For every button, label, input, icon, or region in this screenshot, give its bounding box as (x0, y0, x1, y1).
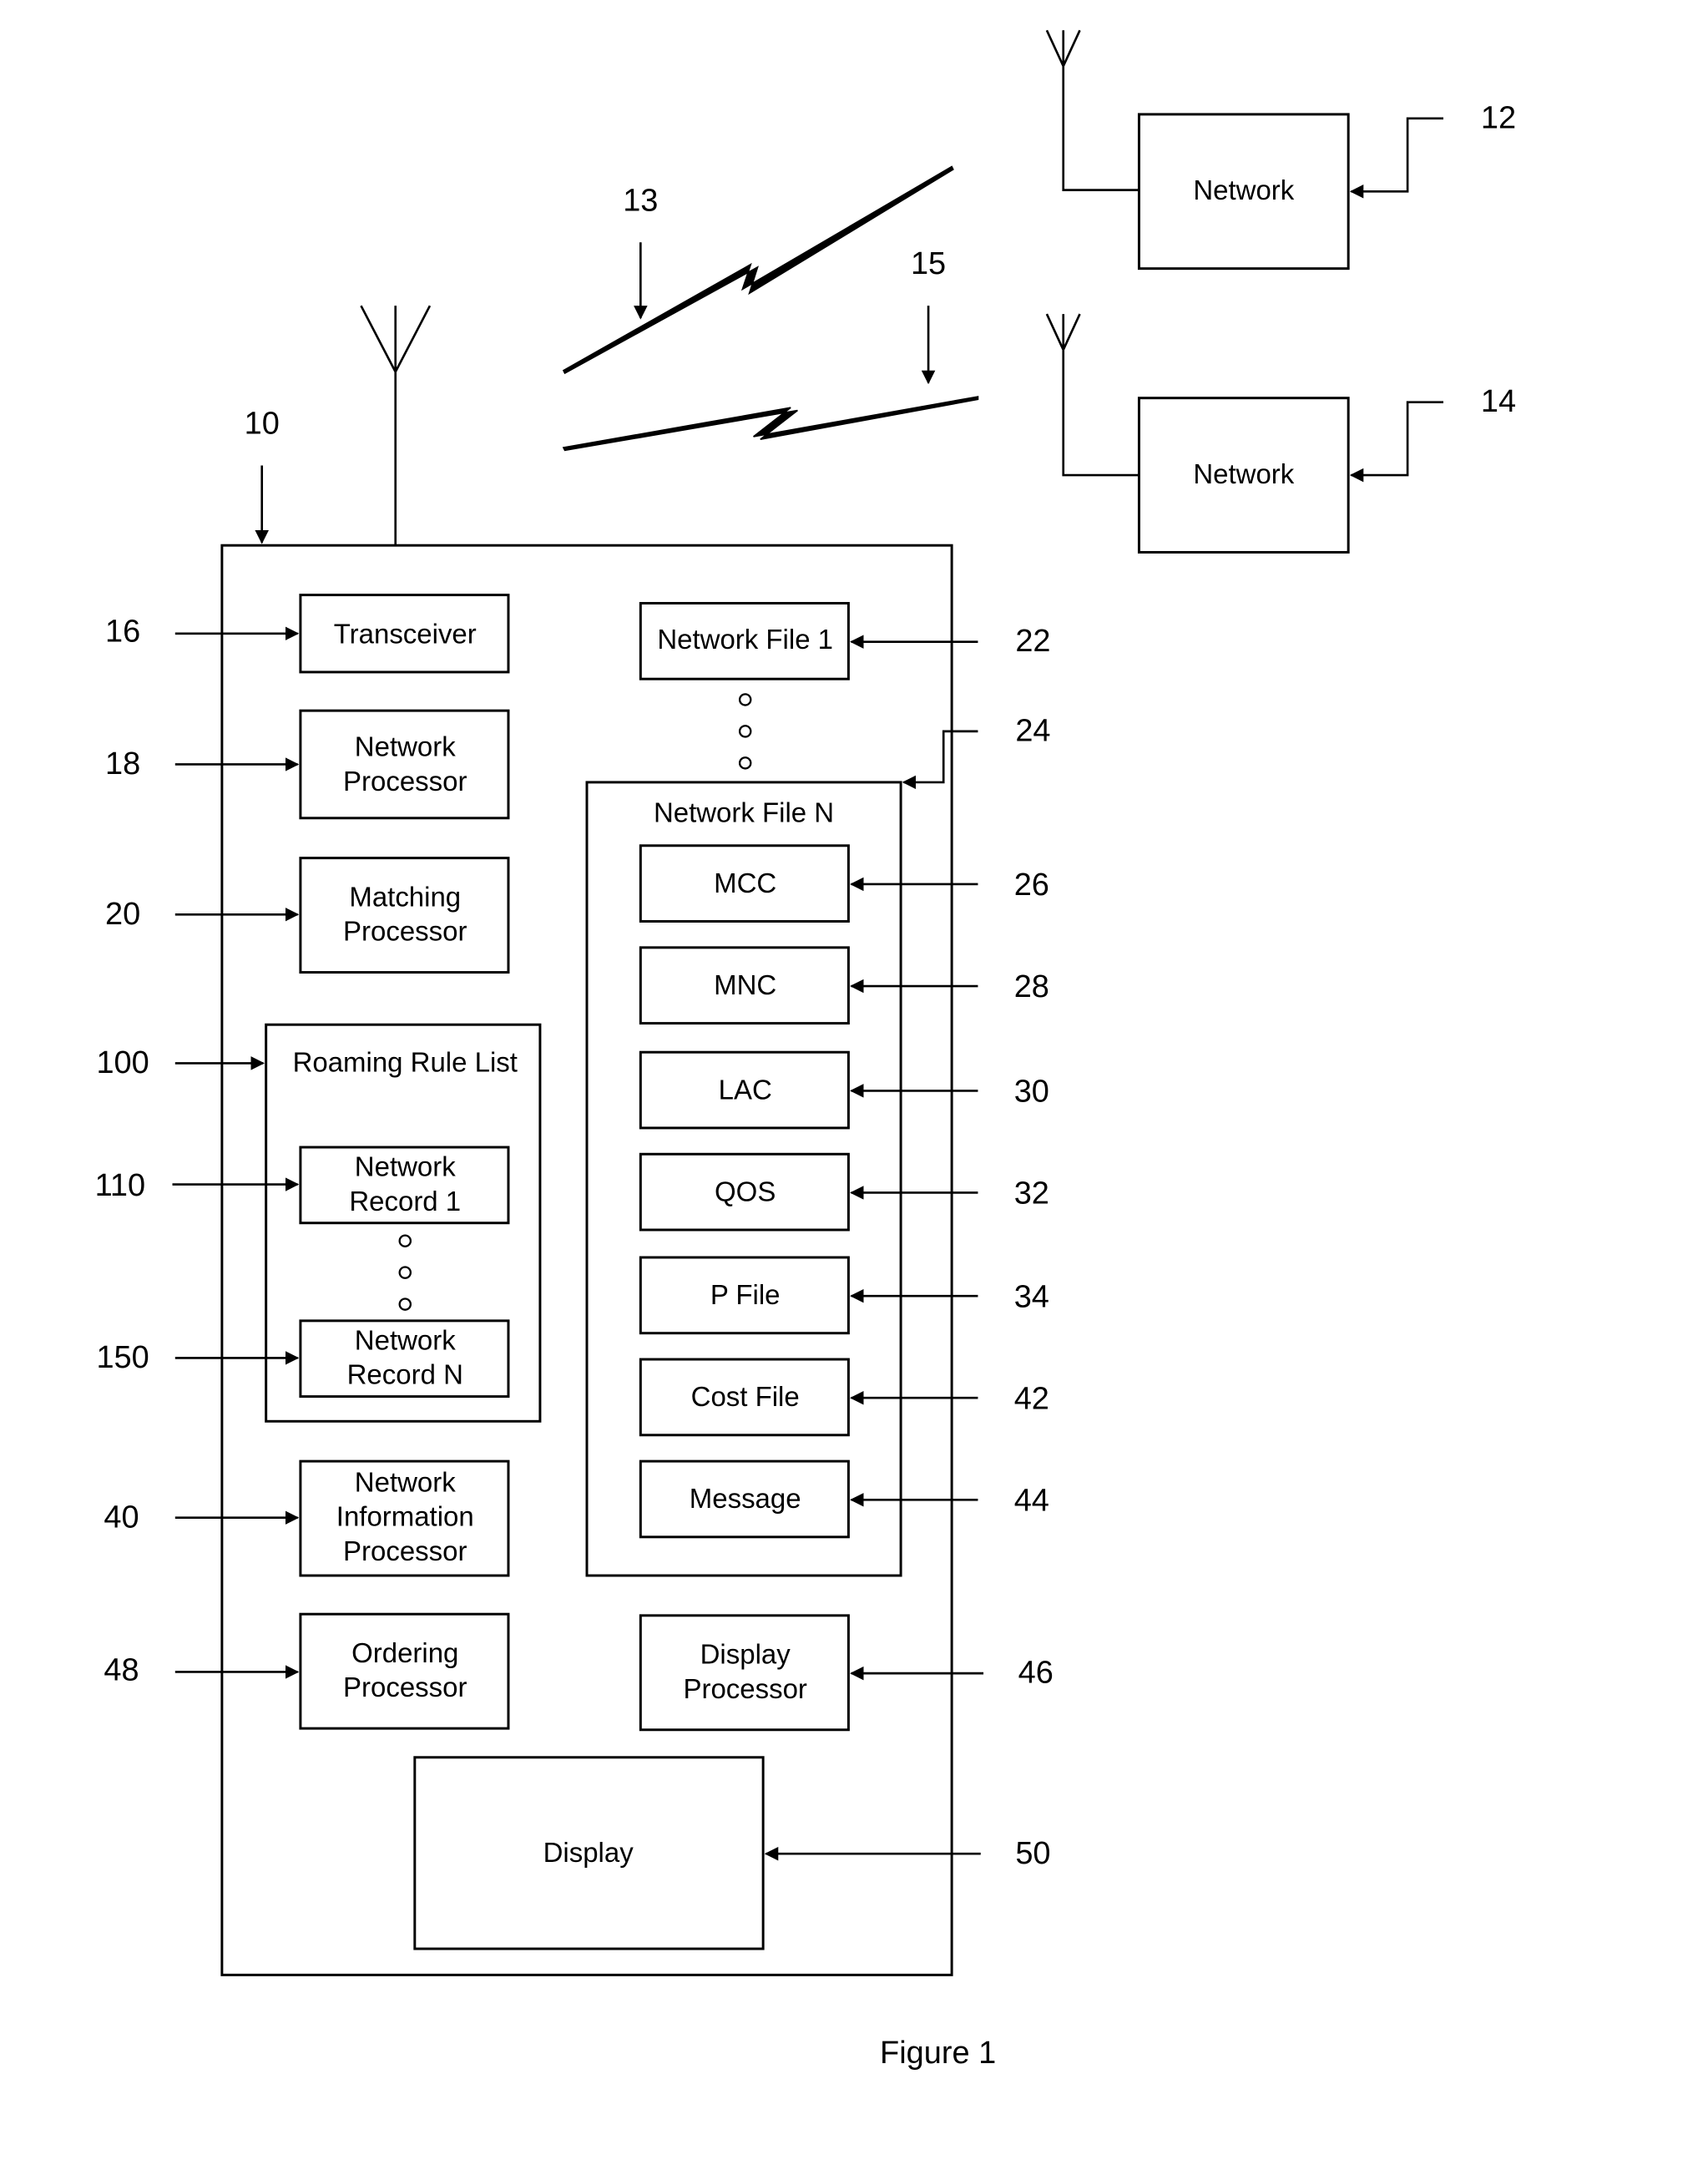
matching-processor-block: Matching Processor 20 (105, 857, 510, 974)
ref-leader-12 (1349, 117, 1443, 199)
transceiver-block: Transceiver 16 (105, 594, 510, 674)
ref-leader-14 (1349, 401, 1443, 483)
ref-number-15: 15 (911, 246, 946, 281)
block-label-line-1: Network (355, 731, 456, 762)
ref-number-10: 10 (245, 407, 280, 442)
antenna-icon (1045, 29, 1140, 191)
ref-number-100: 100 (96, 1045, 149, 1080)
display-block: Display 50 (413, 1756, 1051, 1950)
ref-number-34: 34 (1014, 1279, 1049, 1314)
network-file-1-label: Network File 1 (657, 624, 833, 655)
block-label-line-2: Processor (343, 766, 467, 797)
ref-number-16: 16 (105, 615, 140, 650)
figure-caption: Figure 1 (880, 2036, 996, 2071)
ref-number-26: 26 (1014, 868, 1049, 903)
ellipsis-dot (398, 1266, 412, 1279)
ref-number-50: 50 (1015, 1836, 1050, 1871)
ref-number-30: 30 (1014, 1075, 1049, 1110)
network-file-n-title: Network File N (654, 797, 834, 828)
ellipsis-dot (398, 1297, 412, 1311)
ref-number-40: 40 (104, 1500, 139, 1535)
ref-number-28: 28 (1014, 969, 1049, 1004)
block-label: Transceiver (334, 618, 477, 649)
network-label: Network (1193, 175, 1294, 205)
antenna-icon (1045, 313, 1140, 477)
mobile-device-10: 10 Transceiver 16 Network Processor 18 M… (95, 305, 1054, 1976)
field-cost-file: Cost File 42 (639, 1358, 1049, 1437)
ref-number-44: 44 (1014, 1483, 1049, 1518)
network-processor-block: Network Processor 18 (105, 709, 510, 820)
field-mcc: MCC 26 (639, 844, 1049, 923)
record-label-line-1: Network (355, 1151, 456, 1182)
field-p-file: P File 34 (639, 1256, 1049, 1335)
network-label: Network (1193, 458, 1294, 489)
field-label: MNC (714, 969, 776, 1000)
ref-number-13: 13 (623, 183, 658, 218)
ref-number-18: 18 (105, 746, 140, 782)
ref-number-20: 20 (105, 897, 140, 932)
field-label: QOS (715, 1176, 776, 1206)
ref-number-32: 32 (1014, 1176, 1049, 1211)
field-label: P File (710, 1279, 781, 1310)
block-label-line-1: Matching (349, 881, 461, 912)
network-record-n: Network Record N 150 (96, 1319, 510, 1399)
lightning-bolt-icon (562, 396, 979, 452)
network-node-12: Network 12 (1045, 29, 1516, 271)
record-label-line-1: Network (355, 1325, 456, 1356)
display-processor-block: Display Processor 46 (639, 1614, 1054, 1732)
patent-figure: Network 12 Network 14 13 15 10 Transceiv… (95, 29, 1516, 2071)
lightning-bolt-icon (562, 165, 954, 375)
block-label-line-2: Processor (343, 916, 467, 947)
block-label-line-2: Processor (343, 1672, 467, 1702)
ref-number-22: 22 (1015, 624, 1050, 659)
ref-number-110: 110 (95, 1168, 145, 1203)
ref-number-24: 24 (1015, 713, 1050, 748)
ref-number-12: 12 (1481, 100, 1516, 135)
field-label: MCC (714, 868, 776, 898)
field-label: LAC (719, 1074, 772, 1105)
field-mnc: MNC 28 (639, 946, 1049, 1025)
block-label-line-1: Network (355, 1466, 456, 1497)
network-record-1: Network Record 1 110 (95, 1146, 510, 1225)
roaming-rule-list-title: Roaming Rule List (293, 1046, 518, 1077)
roaming-rule-list: Roaming Rule List 100 Network Record 1 1… (95, 1023, 542, 1423)
ellipsis-dot (738, 756, 752, 770)
block-label-line-2: Information (336, 1501, 474, 1532)
ref-number-48: 48 (104, 1652, 139, 1687)
network-file-n: Network File N 24 MCC 26 MNC 28 LAC 30 QOS 32 P … (585, 713, 1051, 1577)
record-label-line-2: Record N (347, 1359, 463, 1390)
block-label-line-2: Processor (683, 1673, 806, 1704)
ref-number-150: 150 (96, 1340, 149, 1375)
block-label-line-1: Ordering (351, 1637, 458, 1668)
ellipsis-dot (738, 725, 752, 738)
ref-number-46: 46 (1018, 1656, 1054, 1691)
ordering-processor-block: Ordering Processor 48 (104, 1612, 510, 1730)
network-file-1: Network File 1 22 (639, 601, 1051, 680)
field-qos: QOS 32 (639, 1152, 1049, 1232)
record-label-line-2: Record 1 (349, 1186, 461, 1217)
ellipsis-dot (398, 1234, 412, 1247)
block-label-line-1: Display (700, 1639, 791, 1670)
field-label: Message (690, 1483, 801, 1514)
field-lac: LAC 30 (639, 1050, 1049, 1130)
antenna-icon (360, 305, 432, 546)
block-label-line-3: Processor (343, 1535, 467, 1566)
network-node-14: Network 14 (1045, 313, 1516, 554)
ellipsis-dot (738, 693, 752, 706)
field-message: Message 44 (639, 1459, 1049, 1539)
display-label: Display (543, 1837, 634, 1868)
field-label: Cost File (691, 1381, 800, 1412)
ref-number-14: 14 (1481, 384, 1516, 419)
network-information-processor-block: Network Information Processor 40 (104, 1459, 510, 1577)
ref-number-42: 42 (1014, 1381, 1049, 1416)
wireless-link-13: 13 (562, 165, 954, 375)
